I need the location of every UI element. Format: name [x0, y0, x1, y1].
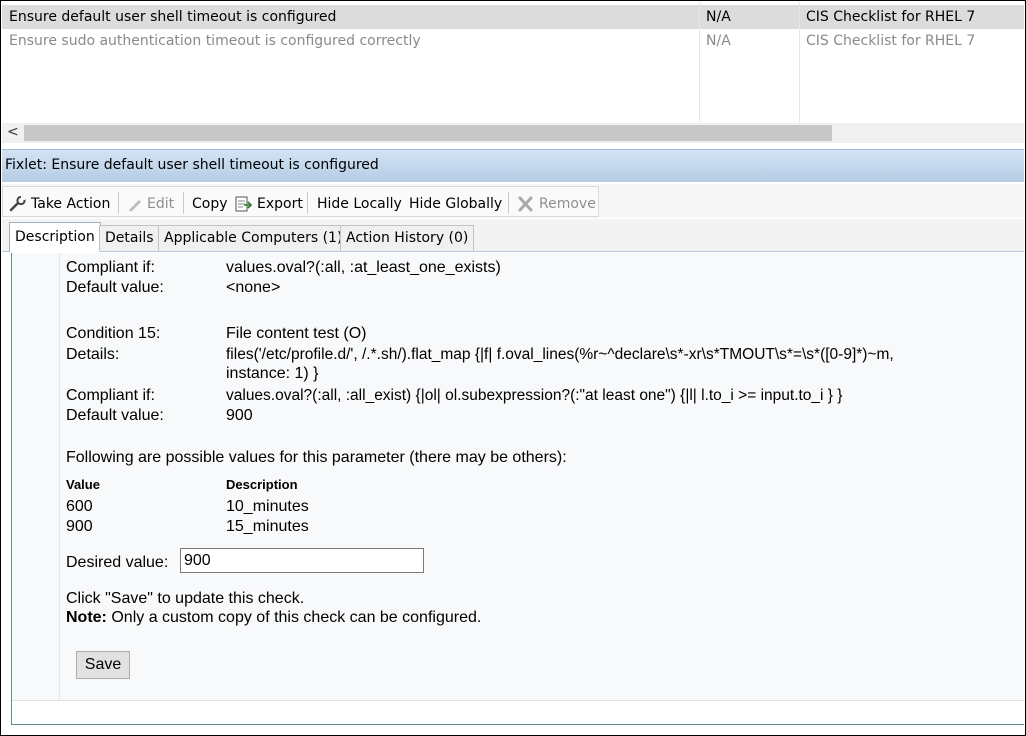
- toolbar: Take Action Edit Copy Export Hide Locall…: [2, 184, 1024, 218]
- fixlet-window: Ensure default user shell timeout is con…: [0, 0, 1026, 736]
- tab-applicable-computers[interactable]: Applicable Computers (1): [158, 225, 349, 251]
- fixlet-status: N/A: [706, 9, 731, 25]
- condition-label: Condition 15:: [66, 325, 161, 342]
- details-value-line2: instance: 1) }: [226, 365, 319, 382]
- hide-locally-button[interactable]: Hide Locally: [317, 196, 402, 212]
- fixlet-name: Ensure sudo authentication timeout is co…: [9, 33, 421, 49]
- table-cell-value: 600: [66, 498, 93, 515]
- description-panel: Compliant if: values.oval?(:all, :at_lea…: [11, 253, 1024, 725]
- desired-value-input[interactable]: [180, 548, 424, 573]
- tab-details[interactable]: Details: [99, 225, 160, 251]
- export-button[interactable]: Export: [235, 196, 303, 212]
- column-divider: [799, 2, 800, 123]
- toolbar-divider: [118, 192, 119, 214]
- panel-divider: [59, 253, 60, 700]
- hide-globally-label: Hide Globally: [409, 196, 503, 212]
- tab-bar: Description Details Applicable Computers…: [2, 219, 1024, 252]
- details-label: Details:: [66, 346, 120, 363]
- export-label: Export: [257, 196, 303, 212]
- note-text: Note: Only a custom copy of this check c…: [66, 609, 481, 627]
- toolbar-divider: [307, 192, 308, 214]
- pencil-icon: [127, 196, 143, 212]
- note-label: Note:: [66, 609, 107, 626]
- fixlet-name: Ensure default user shell timeout is con…: [9, 9, 337, 25]
- fixlet-title: Fixlet: Ensure default user shell timeou…: [5, 157, 379, 173]
- wrench-icon: [9, 195, 27, 212]
- column-divider: [699, 2, 700, 123]
- tab-description[interactable]: Description: [9, 222, 101, 252]
- tab-action-history[interactable]: Action History (0): [340, 225, 475, 251]
- toolbar-divider: [183, 192, 184, 214]
- table-cell-description: 15_minutes: [226, 518, 309, 535]
- description-body: Compliant if: values.oval?(:all, :at_lea…: [12, 253, 1024, 701]
- default-label: Default value:: [66, 279, 164, 296]
- scrollbar-thumb[interactable]: [24, 125, 832, 141]
- remove-label: Remove: [539, 196, 596, 212]
- edit-button[interactable]: Edit: [127, 196, 174, 212]
- compliant-label: Compliant if:: [66, 259, 155, 276]
- toolbar-group: Take Action Edit Copy Export Hide Locall…: [2, 186, 599, 217]
- compliant-label: Compliant if:: [66, 387, 155, 404]
- remove-x-icon: [517, 196, 535, 212]
- note-body: Only a custom copy of this check can be …: [111, 609, 482, 626]
- copy-button[interactable]: Copy: [192, 196, 228, 212]
- scroll-left-icon[interactable]: <: [7, 124, 19, 140]
- default-value: 900: [226, 407, 253, 424]
- horizontal-scrollbar[interactable]: <: [2, 123, 1024, 143]
- take-action-label: Take Action: [31, 196, 111, 212]
- list-item[interactable]: Ensure sudo authentication timeout is co…: [2, 29, 1024, 53]
- possible-values-intro: Following are possible values for this p…: [66, 449, 567, 466]
- desired-value-label: Desired value:: [66, 554, 169, 571]
- copy-label: Copy: [192, 196, 228, 212]
- compliant-value: values.oval?(:all, :at_least_one_exists): [226, 259, 501, 276]
- fixlet-list: Ensure default user shell timeout is con…: [2, 2, 1024, 123]
- list-item[interactable]: Ensure default user shell timeout is con…: [2, 5, 1024, 29]
- table-cell-value: 900: [66, 518, 93, 535]
- remove-button[interactable]: Remove: [517, 196, 596, 212]
- hide-globally-button[interactable]: Hide Globally: [409, 196, 502, 212]
- table-header-value: Value: [66, 477, 100, 492]
- edit-label: Edit: [147, 196, 175, 212]
- default-value: <none>: [226, 279, 281, 296]
- fixlet-site: CIS Checklist for RHEL 7: [806, 9, 976, 25]
- compliant-value: values.oval?(:all, :all_exist) {|ol| ol.…: [226, 387, 843, 404]
- table-header-description: Description: [226, 477, 298, 492]
- default-label: Default value:: [66, 407, 164, 424]
- take-action-button[interactable]: Take Action: [9, 195, 111, 212]
- export-icon: [235, 196, 253, 212]
- toolbar-divider: [508, 192, 509, 214]
- save-button[interactable]: Save: [76, 651, 130, 679]
- fixlet-site: CIS Checklist for RHEL 7: [806, 33, 976, 49]
- fixlet-title-bar: Fixlet: Ensure default user shell timeou…: [2, 149, 1024, 182]
- table-cell-description: 10_minutes: [226, 498, 309, 515]
- hide-locally-label: Hide Locally: [317, 196, 402, 212]
- save-hint: Click "Save" to update this check.: [66, 590, 305, 607]
- details-value-line1: files('/etc/profile.d/', /.*.sh/).flat_m…: [226, 346, 894, 363]
- fixlet-status: N/A: [706, 33, 731, 49]
- condition-value: File content test (O): [226, 325, 367, 342]
